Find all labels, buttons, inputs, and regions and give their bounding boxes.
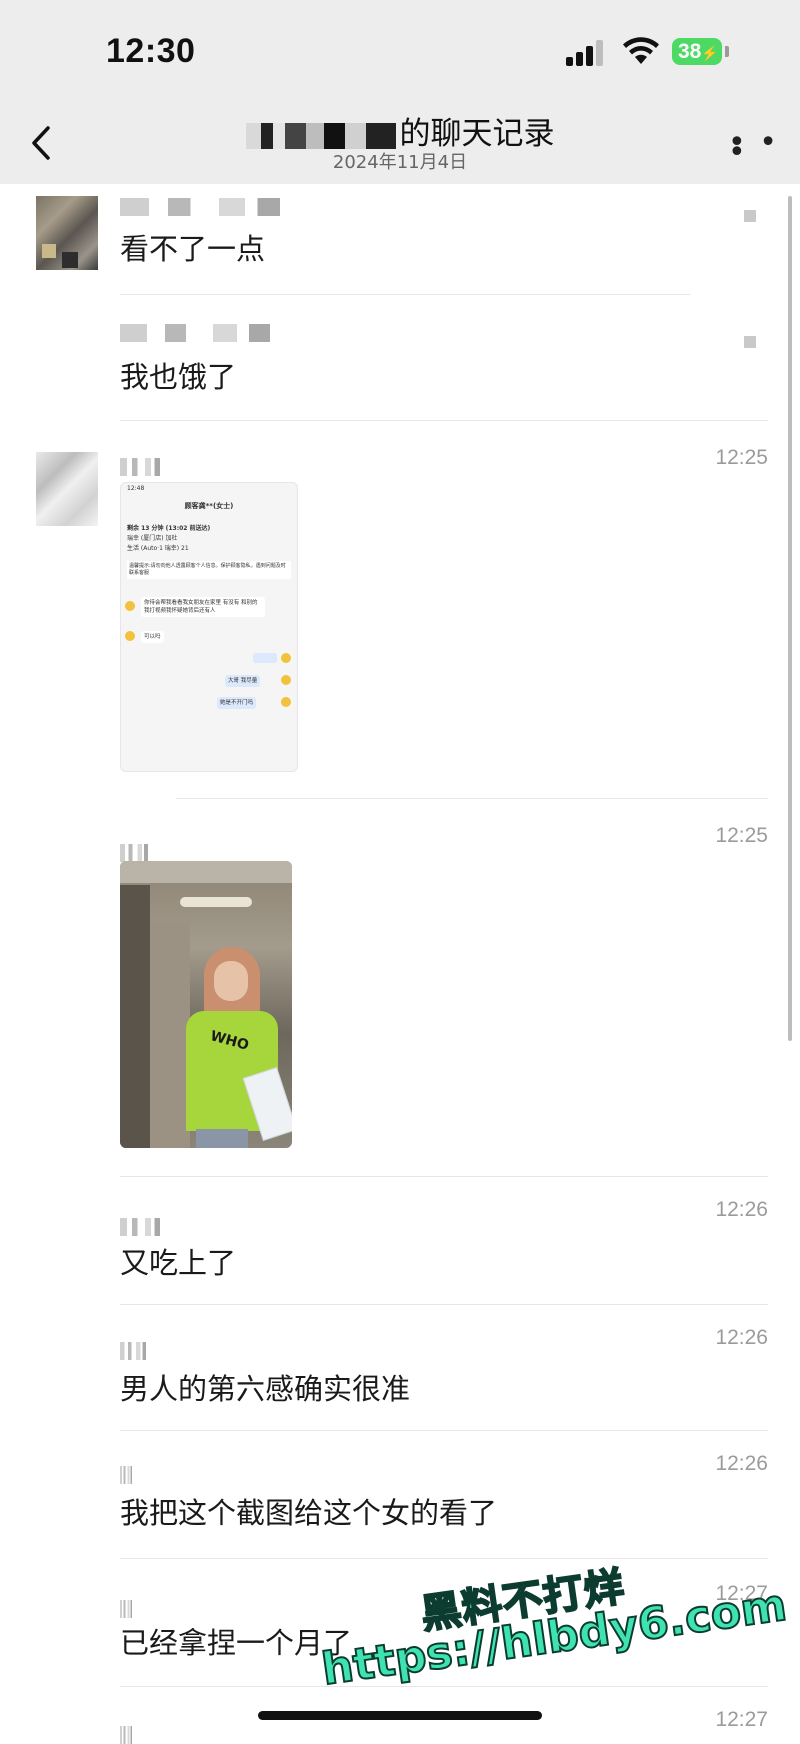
screenshot-statusbar: 12:48 bbox=[127, 485, 291, 492]
avatar[interactable] bbox=[36, 452, 98, 526]
message-item: 12:26 我把这个截图给这个女的看了 bbox=[0, 1452, 800, 1552]
message-time: 12:26 bbox=[715, 1452, 768, 1475]
nav-bar: 的聊天记录 2024年11月4日 • • • bbox=[0, 100, 800, 184]
divider bbox=[176, 798, 768, 799]
screenshot-status-time: 12:48 bbox=[127, 485, 145, 492]
screenshot-bubble: 可以吗 bbox=[141, 631, 164, 643]
divider bbox=[120, 1558, 768, 1559]
sender-name-redacted bbox=[120, 458, 160, 476]
battery-icon: 38⚡ bbox=[672, 38, 722, 65]
chat-title-text: 的聊天记录 bbox=[399, 116, 555, 152]
divider bbox=[120, 1686, 768, 1687]
screenshot-reply: 她是不开门吗 bbox=[217, 697, 257, 709]
battery-level: 38 bbox=[678, 40, 702, 63]
screenshot-reply: 大哥 我尽量 bbox=[225, 675, 261, 687]
battery-tip bbox=[725, 46, 729, 57]
screenshot-line: 剩余 13 分钟 (13:02 前送达) bbox=[127, 525, 211, 532]
message-item: 12:26 男人的第六感确实很准 bbox=[0, 1324, 800, 1424]
message-text: 已经拿捏一个月了 bbox=[120, 1626, 353, 1660]
chat-title: 的聊天记录 bbox=[0, 108, 800, 153]
message-item: 12:26 又吃上了 bbox=[0, 1196, 800, 1296]
avatar[interactable] bbox=[36, 196, 98, 270]
sender-name-redacted bbox=[120, 844, 148, 862]
divider bbox=[120, 1176, 768, 1177]
message-text: 我也饿了 bbox=[120, 360, 237, 394]
sender-name-redacted bbox=[120, 1342, 146, 1360]
message-text: 又吃上了 bbox=[120, 1246, 237, 1280]
divider bbox=[120, 420, 768, 421]
sender-name-redacted bbox=[120, 1466, 132, 1484]
sender-name-redacted bbox=[120, 198, 280, 216]
screenshot-image[interactable]: 12:48 顾客龚**(女士) 剩余 13 分钟 (13:02 前送达) 瑞幸 … bbox=[120, 482, 298, 772]
sender-name-redacted bbox=[120, 324, 270, 342]
screenshot-bubble bbox=[253, 653, 277, 663]
redacted-name bbox=[245, 122, 396, 149]
rider-avatar-icon bbox=[125, 601, 135, 611]
screenshot-notice: 温馨提示:请勿向他人透露顾客个人信息。保护顾客隐私，遇到问题及时联系客服 bbox=[127, 561, 291, 579]
sender-name-redacted bbox=[120, 1726, 132, 1744]
message-time: 12:26 bbox=[715, 1198, 768, 1221]
screenshot-header: 顾客龚**(女士) bbox=[127, 501, 291, 511]
chat-date: 2024年11月4日 bbox=[332, 152, 468, 173]
message-item: 看不了一点 bbox=[0, 196, 800, 296]
message-time: 12:25 bbox=[715, 446, 768, 469]
sender-name-redacted bbox=[120, 1600, 132, 1618]
rider-avatar-icon bbox=[125, 631, 135, 641]
user-avatar-icon bbox=[281, 653, 291, 663]
user-avatar-icon bbox=[281, 675, 291, 685]
more-options-icon[interactable]: • • • bbox=[728, 128, 800, 168]
redacted-mark bbox=[744, 210, 756, 222]
message-time: 12:25 bbox=[715, 824, 768, 847]
screenshot-title: 顾客龚**(女士) bbox=[184, 502, 234, 510]
sender-name-redacted bbox=[120, 1218, 160, 1236]
screenshot-line: 生活 (Auto·1 瑞幸) 21 bbox=[127, 545, 189, 552]
message-text: 男人的第六感确实很准 bbox=[120, 1372, 411, 1406]
message-text: 看不了一点 bbox=[120, 232, 266, 266]
status-time: 12:30 bbox=[106, 32, 196, 70]
screenshot-bubble: 你待会帮我看看我女朋友在家里 有没有 和别的我打视频我怀疑她背后还有人 bbox=[141, 597, 265, 617]
divider bbox=[120, 294, 690, 295]
message-time: 12:26 bbox=[715, 1326, 768, 1349]
photo-image[interactable]: WHO bbox=[120, 861, 292, 1148]
status-bar: 12:30 38⚡ bbox=[0, 0, 800, 100]
message-text: 我把这个截图给这个女的看了 bbox=[120, 1496, 498, 1530]
screenshot-line: 瑞幸 (厦门店) 加杜 bbox=[127, 535, 178, 542]
message-item: 我也饿了 bbox=[0, 318, 800, 418]
cellular-signal-icon bbox=[566, 38, 610, 66]
message-time: 12:27 bbox=[715, 1708, 768, 1731]
divider bbox=[120, 1430, 768, 1431]
user-avatar-icon bbox=[281, 697, 291, 707]
wifi-icon bbox=[623, 37, 659, 64]
redacted-mark bbox=[744, 336, 756, 348]
home-indicator[interactable] bbox=[258, 1711, 542, 1720]
divider bbox=[120, 1304, 768, 1305]
